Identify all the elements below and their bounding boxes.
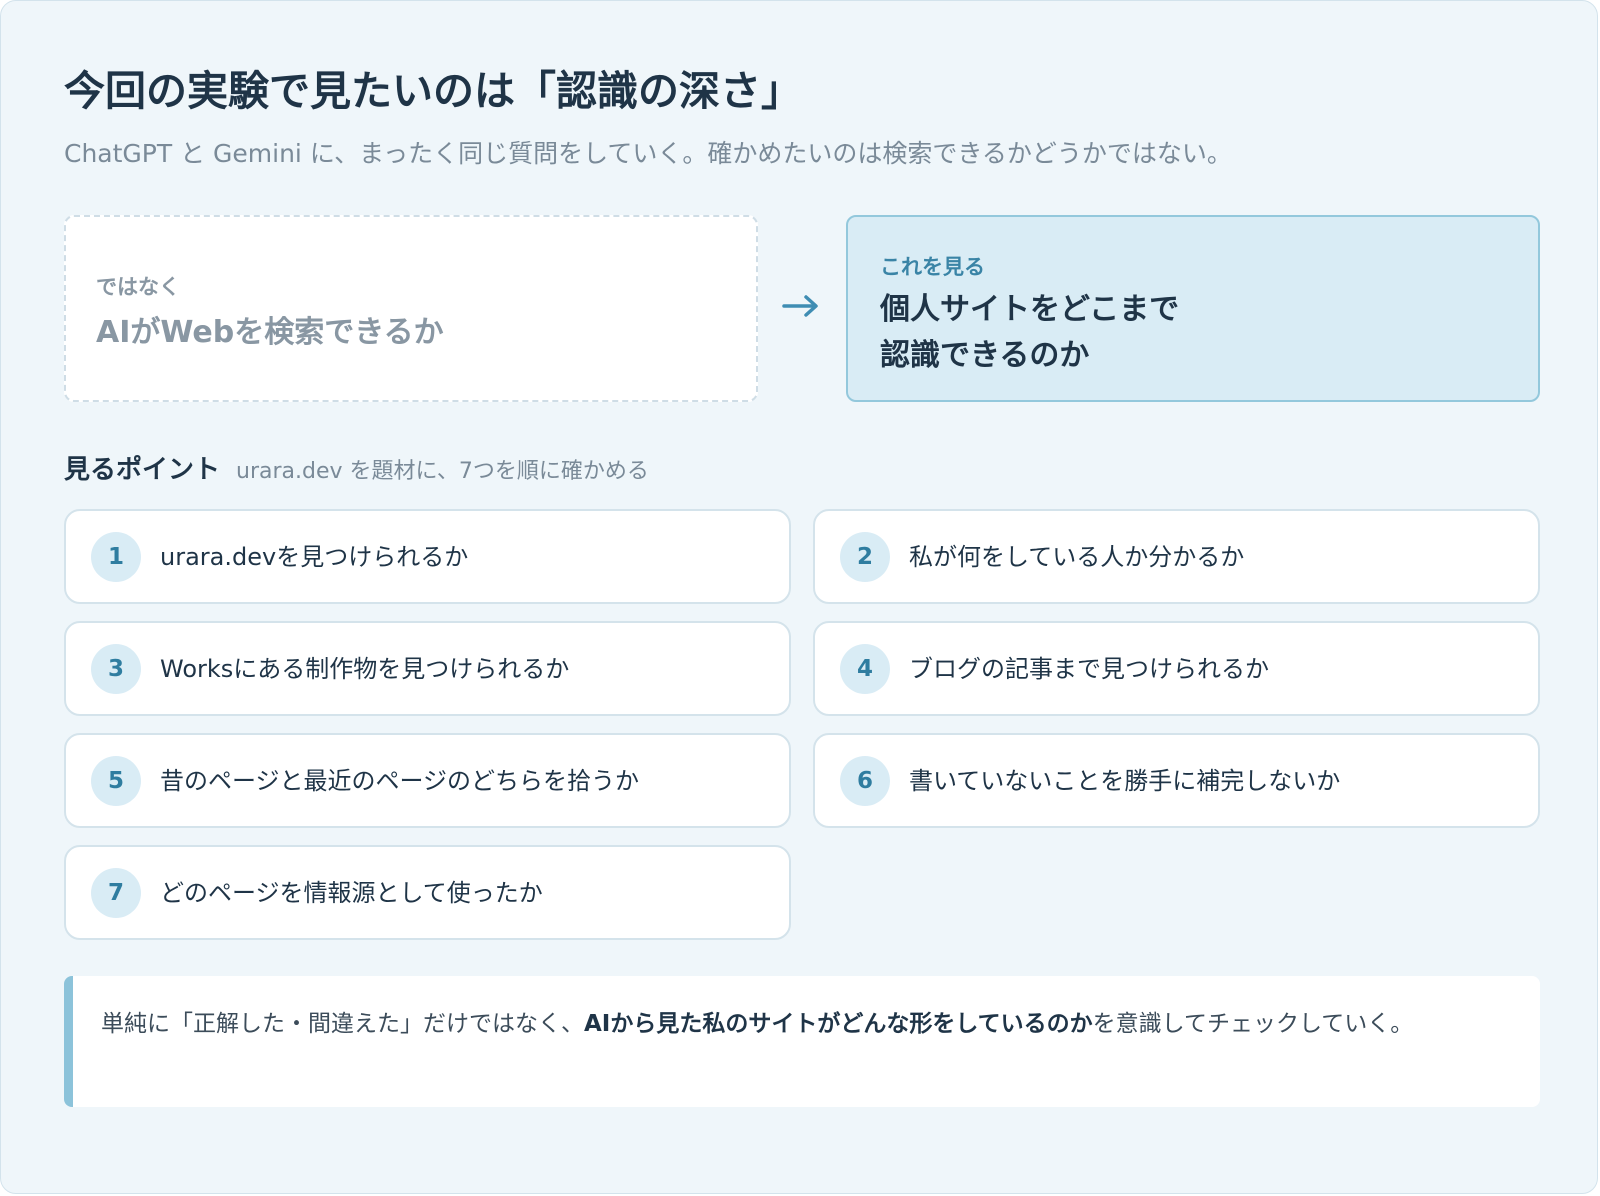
point-number-badge: 1 — [91, 532, 141, 582]
point-item: 6 書いていないことを勝手に補完しないか — [813, 733, 1540, 828]
point-text: 書いていないことを勝手に補完しないか — [909, 767, 1341, 795]
points-header: 見るポイント urara.dev を題材に、7つを順に確かめる — [64, 449, 649, 486]
look-at-this-line-2: 認識できるのか — [880, 338, 1090, 373]
points-heading: 見るポイント — [64, 455, 221, 485]
look-at-this-box: これを見る 個人サイトをどこまで 認識できるのか — [846, 215, 1540, 402]
point-text: urara.devを見つけられるか — [160, 543, 469, 571]
point-number-badge: 6 — [840, 756, 890, 806]
point-number-badge: 2 — [840, 532, 890, 582]
points-note: urara.dev を題材に、7つを順に確かめる — [236, 459, 649, 484]
point-number-badge: 3 — [91, 644, 141, 694]
summary-callout: 単純に「正解した・間違えた」だけではなく、AIから見た私のサイトがどんな形をして… — [64, 976, 1540, 1107]
right-arrow-icon — [782, 295, 818, 317]
point-text: Worksにある制作物を見つけられるか — [160, 655, 570, 683]
not-this-box: ではなく AIがWebを検索できるか — [64, 215, 758, 402]
not-this-label: ではなく — [96, 275, 180, 299]
point-text: ブログの記事まで見つけられるか — [909, 655, 1269, 683]
point-text: どのページを情報源として使ったか — [160, 879, 543, 907]
point-item: 2 私が何をしている人か分かるか — [813, 509, 1540, 604]
callout-text-after: を意識してチェックしていく。 — [1092, 1011, 1414, 1037]
point-item: 5 昔のページと最近のページのどちらを拾うか — [64, 733, 791, 828]
callout-text-before: 単純に「正解した・間違えた」だけではなく、 — [101, 1011, 584, 1037]
content-card: 今回の実験で見たいのは「認識の深さ」 ChatGPT と Gemini に、まっ… — [0, 0, 1598, 1194]
look-at-this-label: これを見る — [880, 255, 985, 279]
point-number-badge: 5 — [91, 756, 141, 806]
point-item: 4 ブログの記事まで見つけられるか — [813, 621, 1540, 716]
point-number-badge: 4 — [840, 644, 890, 694]
page-title: 今回の実験で見たいのは「認識の深さ」 — [64, 67, 802, 115]
point-item: 7 どのページを情報源として使ったか — [64, 845, 791, 940]
point-item: 3 Worksにある制作物を見つけられるか — [64, 621, 791, 716]
point-text: 昔のページと最近のページのどちらを拾うか — [160, 767, 640, 795]
look-at-this-text: 個人サイトをどこまで 認識できるのか — [880, 287, 1179, 379]
point-number-badge: 7 — [91, 868, 141, 918]
page-subtitle: ChatGPT と Gemini に、まったく同じ質問をしていく。確かめたいのは… — [64, 139, 1232, 168]
callout-emphasis: AIから見た私のサイトがどんな形をしているのか — [584, 1011, 1093, 1037]
point-item: 1 urara.devを見つけられるか — [64, 509, 791, 604]
point-text: 私が何をしている人か分かるか — [909, 543, 1245, 571]
not-this-text: AIがWebを検索できるか — [96, 315, 444, 350]
look-at-this-line-1: 個人サイトをどこまで — [880, 292, 1180, 327]
